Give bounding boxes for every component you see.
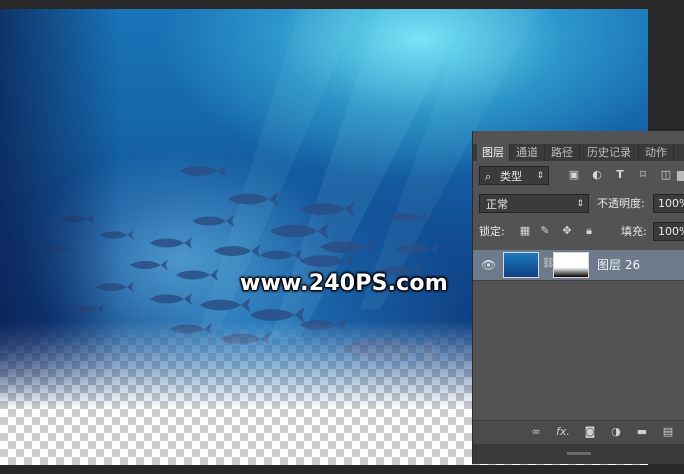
folder-icon[interactable]: ▬ xyxy=(635,425,649,439)
panel-tabs: 图层 通道 路径 历史记录 动作 xyxy=(473,144,684,161)
filter-toggle[interactable] xyxy=(677,171,684,181)
layers-panel: 图层 通道 路径 历史记录 动作 ⌕ 类型 ⇕ ▣ ◐ T ⌑ ◫ 正常 ⇕ 不… xyxy=(472,131,684,464)
type-filter-icon[interactable]: T xyxy=(612,167,628,183)
blend-row: 正常 ⇕ 不透明度: 100% xyxy=(473,194,684,213)
link-icon[interactable]: ∞ xyxy=(529,425,543,439)
tab-actions[interactable]: 动作 xyxy=(639,144,674,161)
tab-history[interactable]: 历史记录 xyxy=(580,144,639,161)
fx-icon[interactable]: fx. xyxy=(553,425,573,439)
new-layer-icon[interactable]: ▤ xyxy=(661,425,675,439)
eye-icon[interactable]: 👁︎ xyxy=(481,258,496,272)
vignette xyxy=(0,9,120,409)
adjustment-icon[interactable]: ◑ xyxy=(609,425,623,439)
tab-channels[interactable]: 通道 xyxy=(510,144,545,161)
lock-move-icon[interactable]: ✥ xyxy=(559,223,575,239)
resize-grip-icon[interactable] xyxy=(567,452,591,455)
lock-paint-icon[interactable]: ✎ xyxy=(537,223,553,239)
layer-mask-thumbnail[interactable] xyxy=(553,252,589,278)
image-filter-icon[interactable]: ▣ xyxy=(566,167,582,183)
blend-mode-value: 正常 xyxy=(486,198,508,211)
fill-label: 填充: xyxy=(621,225,647,238)
lock-row: 锁定: ▦ ✎ ✥ 🔒︎ 填充: 100% xyxy=(473,222,684,241)
shape-filter-icon[interactable]: ⌑ xyxy=(635,167,651,183)
filter-kind-select[interactable]: ⌕ 类型 ⇕ xyxy=(479,166,549,185)
lock-label: 锁定: xyxy=(479,225,505,238)
opacity-field[interactable]: 100% xyxy=(653,194,684,213)
panel-footer: ∞ fx. ◙ ◑ ▬ ▤ xyxy=(473,420,684,444)
search-icon: ⌕ xyxy=(485,170,492,183)
fill-field[interactable]: 100% xyxy=(653,222,684,241)
workspace: www.240PS.com 图层 通道 路径 历史记录 动作 ⌕ 类型 ⇕ ▣ … xyxy=(0,0,684,474)
lock-transparent-icon[interactable]: ▦ xyxy=(517,223,533,239)
adjustment-filter-icon[interactable]: ◐ xyxy=(589,167,605,183)
mask-icon[interactable]: ◙ xyxy=(583,425,597,439)
layer-name[interactable]: 图层 26 xyxy=(597,257,640,273)
divider xyxy=(473,280,684,281)
updown-arrow-icon: ⇕ xyxy=(576,199,584,209)
tab-paths[interactable]: 路径 xyxy=(545,144,580,161)
filter-row: ⌕ 类型 ⇕ ▣ ◐ T ⌑ ◫ xyxy=(473,166,684,185)
lock-all-icon[interactable]: 🔒︎ xyxy=(581,223,597,239)
layer-row[interactable]: 👁︎ ⛓ 图层 26 xyxy=(473,250,684,280)
filter-kind-label: 类型 xyxy=(500,170,522,183)
updown-arrow-icon: ⇕ xyxy=(536,171,544,181)
smart-object-filter-icon[interactable]: ◫ xyxy=(658,167,674,183)
panel-bottom-bar xyxy=(473,444,684,464)
blend-mode-select[interactable]: 正常 ⇕ xyxy=(479,194,589,213)
tab-layers[interactable]: 图层 xyxy=(477,144,510,161)
watermark-text: www.240PS.com xyxy=(240,271,448,296)
layer-thumbnail[interactable] xyxy=(503,252,539,278)
opacity-label: 不透明度: xyxy=(597,197,645,210)
